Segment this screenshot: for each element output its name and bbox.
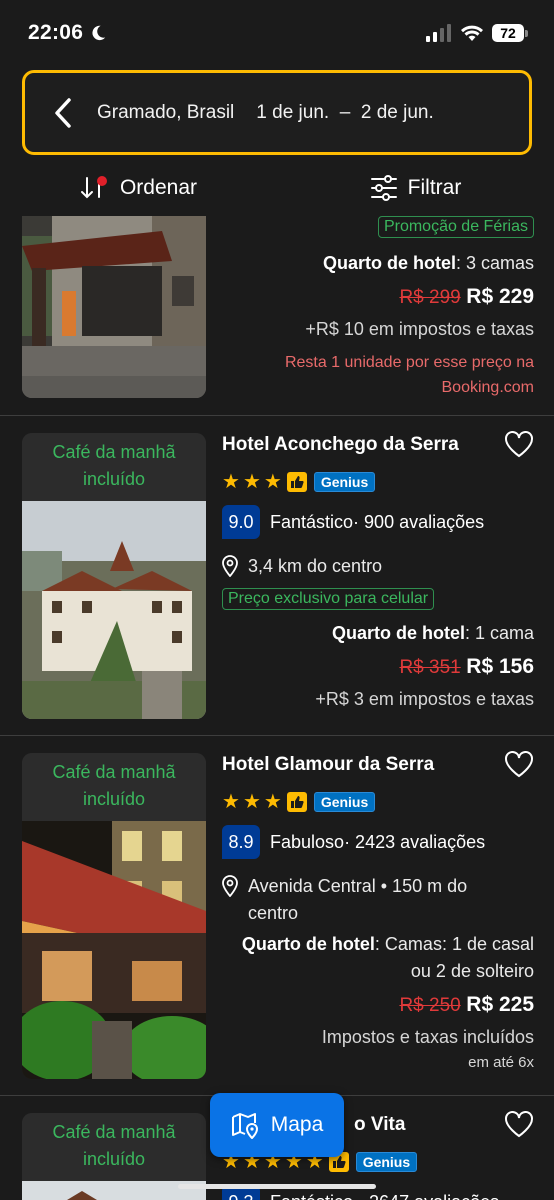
map-button[interactable]: Mapa [210,1093,344,1157]
hotel-exterior-photo [22,501,206,719]
review-score-row[interactable]: 9.0 Fantástico · 900 avaliações [222,505,534,539]
sort-arrows-icon [80,176,107,199]
search-summary-bar[interactable]: Gramado, Brasil 1 de jun. – 2 de jun. [22,70,532,155]
rating-row: ★ ★ ★ Genius [222,472,534,492]
genius-badge: Genius [313,472,376,492]
star-icon: ★ [222,791,240,813]
heart-outline-icon[interactable] [504,1110,534,1138]
room-type: Quarto de hotel: 3 camas [322,253,534,273]
breakfast-included-label: Café da manhã incluído [22,753,206,821]
home-indicator[interactable] [178,1184,376,1189]
score-label: Fabuloso [270,831,345,852]
rating-row: ★ ★ ★ Genius [222,792,534,812]
heart-outline-icon[interactable] [504,430,534,458]
sort-label: Ordenar [119,176,198,199]
review-score-row[interactable]: 8.9 Fabuloso · 2423 avaliações [222,825,534,859]
chevron-left-icon[interactable] [53,97,73,128]
genius-badge: Genius [355,1152,418,1172]
battery-indicator: 72 [492,24,528,42]
availability-warning: Resta 1 unidade por esse preço na Bookin… [284,354,534,396]
search-destination[interactable]: Gramado, Brasil [97,102,234,124]
hotel-photo[interactable]: Café da manhã incluído [22,753,206,1079]
search-dates[interactable]: 1 de jun. – 2 de jun. [256,102,433,124]
review-count: · 900 avaliações [353,511,485,532]
moon-icon [92,25,106,41]
thumbs-up-icon [286,472,307,492]
breakfast-included-label: Café da manhã incluído [22,433,206,501]
promo-badge: Preço exclusivo para celular [222,588,435,610]
old-price: R$ 299 [399,287,461,308]
status-icons: 72 [426,24,528,42]
map-pin-icon [231,1113,258,1139]
review-summary: Fantástico · 2647 avaliações [270,1192,499,1200]
hotel-card[interactable]: Café da manhã incluído Hotel Glamour da … [0,735,554,1095]
promo-badge: Promoção de Férias [377,216,534,238]
location-pin-icon [222,875,238,897]
distance-row: Avenida Central • 150 m do centro [222,873,534,927]
thumbs-up-icon [286,792,307,812]
wifi-icon [461,25,483,41]
current-price: R$ 229 [466,285,534,308]
hotel-exterior-photo [22,821,206,1079]
current-price: R$ 156 [466,655,534,678]
map-button-label: Mapa [270,1113,324,1136]
review-score: 9.0 [222,505,260,539]
taxes-note: +R$ 10 em impostos e taxas [305,319,534,339]
hotel-name[interactable]: Hotel Aconchego da Serra [222,434,534,456]
taxes-note: +R$ 3 em impostos e taxas [315,689,534,709]
signal-icon [426,24,451,42]
hotel-exterior-photo [22,216,206,398]
distance-row: 3,4 km do centro [222,553,534,580]
taxes-note: Impostos e taxas incluídos [321,1027,534,1047]
review-count: · 2423 avaliações [344,831,486,852]
old-price: R$ 351 [399,657,461,678]
sort-filter-toolbar: Ordenar Filtrar [0,160,554,216]
distance-text: Avenida Central • 150 m do centro [248,876,468,923]
hotel-card[interactable]: Café da manhã incluído Hotel Aconchego d… [0,415,554,735]
clock: 22:06 [28,21,84,44]
heart-outline-icon[interactable] [504,750,534,778]
installments-note: em até 6x [468,1054,534,1071]
battery-level: 72 [492,24,524,42]
score-label: Fantástico [270,511,354,532]
status-time: 22:06 [28,21,107,45]
filter-button[interactable]: Filtrar [277,160,554,216]
hotel-photo[interactable]: Café da manhã incluído [22,433,206,719]
hotel-photo[interactable] [22,216,206,398]
filter-label: Filtrar [407,176,462,199]
review-score: 8.9 [222,825,260,859]
location-pin-icon [222,555,238,577]
current-price: R$ 225 [466,993,534,1016]
price-row: R$ 250 R$ 225 [222,993,534,1017]
star-icon: ★ [242,471,261,493]
genius-badge: Genius [313,792,376,812]
old-price: R$ 250 [399,995,461,1016]
sort-button[interactable]: Ordenar [0,160,277,216]
room-type: Quarto de hotel: Camas: 1 de casal ou 2 … [241,934,534,981]
distance-text: 3,4 km do centro [248,556,383,576]
star-icon: ★ [222,471,240,493]
sliders-icon [370,175,397,201]
hotel-results-list[interactable]: Promoção de Férias Quarto de hotel: 3 ca… [0,216,554,1200]
price-row: R$ 351 R$ 156 [222,655,534,679]
status-bar: 22:06 72 [0,0,554,66]
breakfast-included-label: Café da manhã incluído [22,1113,206,1181]
room-type: Quarto de hotel: 1 cama [331,623,534,643]
hotel-card[interactable]: Promoção de Férias Quarto de hotel: 3 ca… [0,216,554,415]
star-icon: ★ [263,791,282,813]
star-icon: ★ [242,791,261,813]
hotel-name[interactable]: Hotel Glamour da Serra [222,754,534,776]
star-icon: ★ [263,471,282,493]
price-row: R$ 299 R$ 229 [222,285,534,309]
